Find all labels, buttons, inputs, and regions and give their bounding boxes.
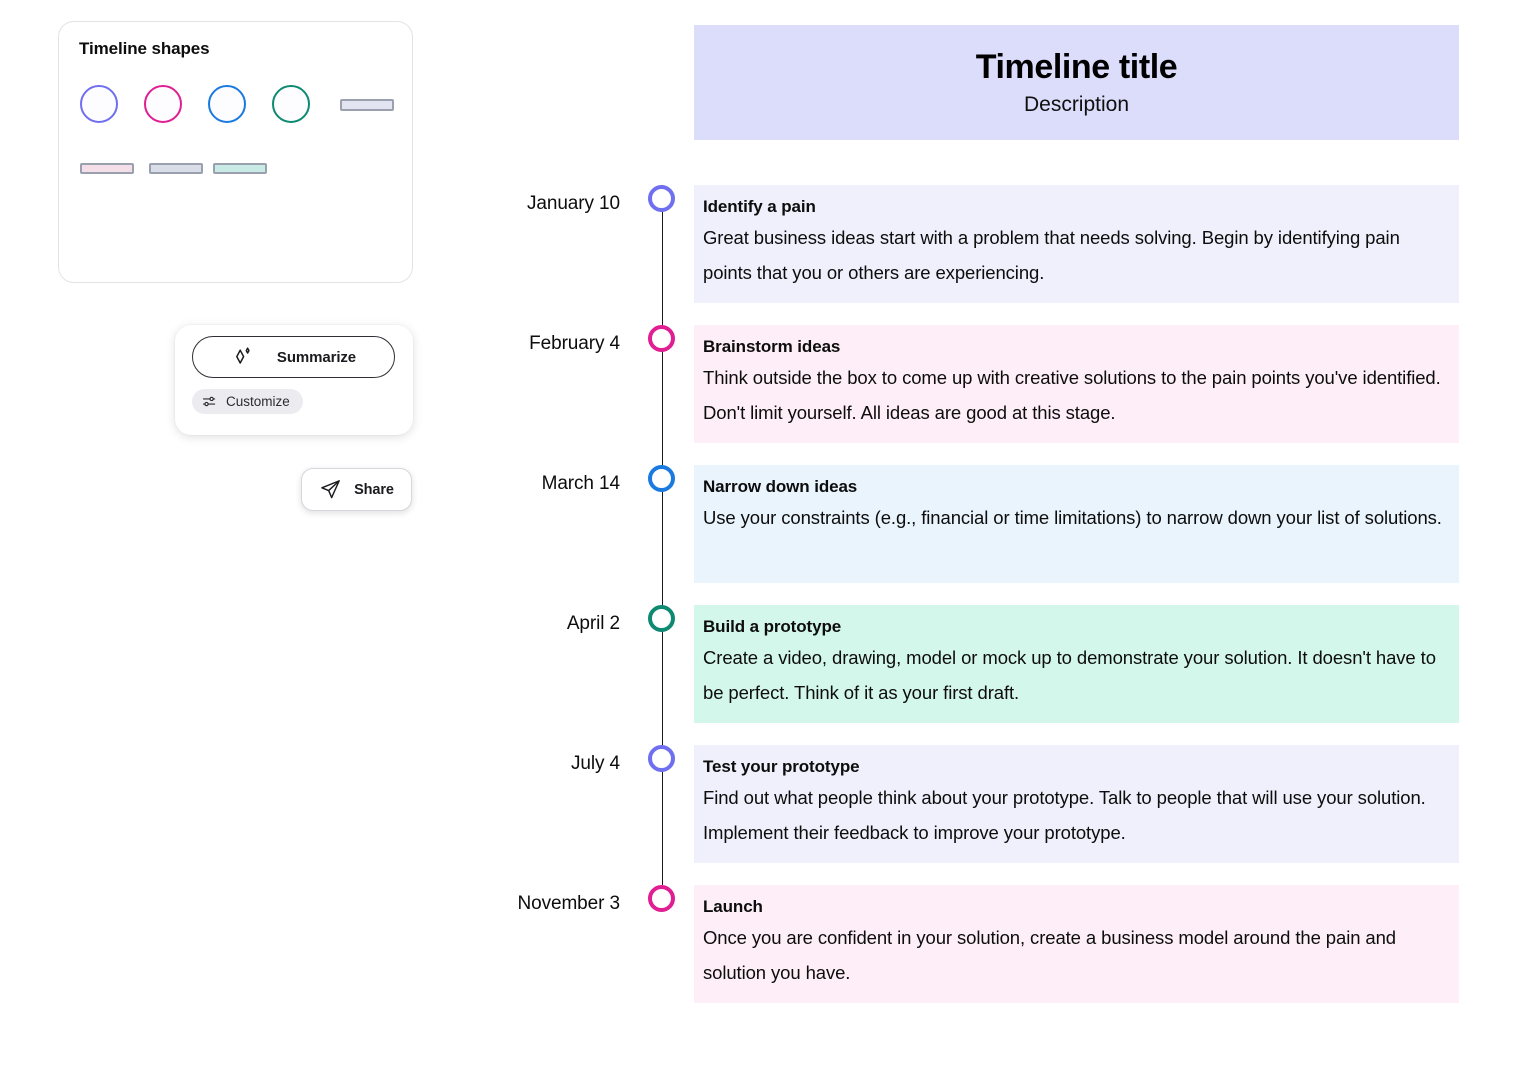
timeline-axis	[642, 185, 682, 325]
shapes-panel-title: Timeline shapes	[79, 39, 210, 58]
timeline-entry: July 4 Test your prototype Find out what p…	[490, 745, 1519, 885]
timeline-axis	[642, 885, 682, 1025]
timeline-entry-card[interactable]: Narrow down ideas Use your constraints (e…	[694, 465, 1459, 583]
timeline-marker-dot[interactable]	[648, 185, 675, 212]
timeline-marker-dot[interactable]	[648, 465, 675, 492]
timeline-shapes-panel: Timeline shapes	[58, 21, 413, 283]
shape-bar-lavender[interactable]	[340, 99, 394, 111]
share-button[interactable]: Share	[301, 468, 412, 511]
timeline-entry-card[interactable]: Identify a pain Great business ideas star…	[694, 185, 1459, 303]
summarize-button[interactable]: Summarize	[192, 336, 395, 378]
timeline-entry: January 10 Identify a pain Great business …	[490, 185, 1519, 325]
timeline-entry: November 3 Launch Once you are confident i…	[490, 885, 1519, 1025]
timeline-entry: April 2 Build a prototype Create a video, …	[490, 605, 1519, 745]
timeline-entry-date: April 2	[566, 613, 620, 634]
timeline-title: Timeline title	[975, 48, 1178, 86]
shape-circle-blue[interactable]	[208, 85, 246, 123]
shape-circle-purple[interactable]	[80, 85, 118, 123]
timeline-entry-title: Narrow down ideas	[703, 477, 858, 496]
timeline-axis	[642, 605, 682, 745]
shape-bar-steel[interactable]	[149, 163, 203, 174]
timeline-region: Timeline title Description January 10 Ide…	[490, 0, 1519, 1068]
timeline-entry-date: February 4	[529, 333, 620, 354]
shape-bar-pink[interactable]	[80, 163, 134, 174]
timeline-marker-dot[interactable]	[648, 745, 675, 772]
timeline-entry-body: Think outside the box to come up with cr…	[703, 367, 1441, 423]
sliders-icon	[201, 393, 218, 410]
timeline-entry-body: Create a video, drawing, model or mock u…	[703, 647, 1436, 703]
timeline-entry-date: July 4	[570, 753, 620, 774]
timeline-entry-date: March 14	[541, 473, 621, 494]
timeline-entry-body: Great business ideas start with a proble…	[703, 227, 1400, 283]
timeline-marker-dot[interactable]	[648, 605, 675, 632]
sparkle-icon	[231, 345, 255, 369]
timeline-axis	[642, 465, 682, 605]
timeline-entry-card[interactable]: Test your prototype Find out what people …	[694, 745, 1459, 863]
timeline-entry-card[interactable]: Brainstorm ideas Think outside the box to…	[694, 325, 1459, 443]
timeline-entry-body: Find out what people think about your pr…	[703, 787, 1426, 843]
share-label: Share	[354, 481, 394, 498]
timeline-entry-title: Test your prototype	[703, 757, 860, 776]
timeline-entry-date: January 10	[526, 193, 620, 214]
timeline-entry-title: Identify a pain	[703, 197, 816, 216]
timeline-entry-card[interactable]: Launch Once you are confident in your sol…	[694, 885, 1459, 1003]
summarize-label: Summarize	[276, 348, 357, 366]
timeline-axis	[642, 745, 682, 885]
timeline-entry: February 4 Brainstorm ideas Think outside …	[490, 325, 1519, 465]
paper-plane-icon	[319, 478, 342, 501]
timeline-entry-date: November 3	[517, 893, 621, 914]
shape-circle-teal[interactable]	[272, 85, 310, 123]
ai-toolbar-card: Summarize Customize	[175, 325, 413, 435]
timeline-entry-title: Brainstorm ideas	[703, 337, 841, 356]
timeline-entry-card[interactable]: Build a prototype Create a video, drawing…	[694, 605, 1459, 723]
customize-button[interactable]: Customize	[192, 389, 303, 414]
timeline-description: Description	[1023, 93, 1130, 116]
timeline-entry-title: Build a prototype	[703, 617, 842, 636]
customize-label: Customize	[226, 394, 290, 409]
shape-circle-magenta[interactable]	[144, 85, 182, 123]
timeline-entry-body: Once you are confident in your solution,…	[703, 927, 1396, 983]
timeline-marker-dot[interactable]	[648, 325, 675, 352]
timeline-entry-title: Launch	[703, 897, 763, 916]
timeline-entry: March 14 Narrow down ideas Use your constr…	[490, 465, 1519, 605]
timeline-entry-body: Use your constraints (e.g., financial or…	[703, 507, 1442, 528]
timeline-header: Timeline title Description	[694, 25, 1459, 140]
shape-bar-mint[interactable]	[213, 163, 267, 174]
timeline-marker-dot[interactable]	[648, 885, 675, 912]
timeline-axis	[642, 325, 682, 465]
